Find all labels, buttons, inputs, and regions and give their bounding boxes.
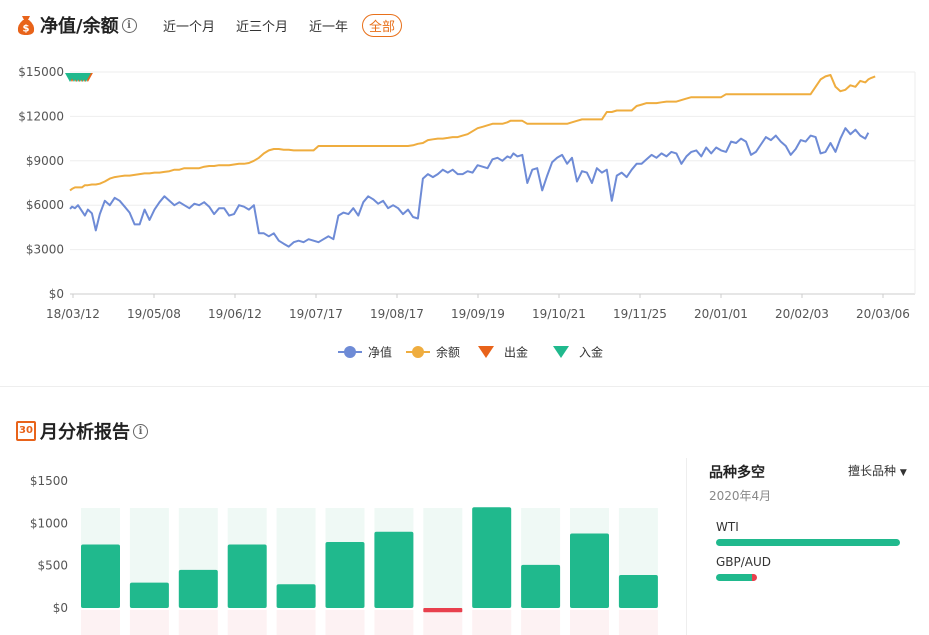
monthly-bar <box>276 584 316 608</box>
y-tick-label: $1000 <box>30 516 68 530</box>
money-bag-icon: $ <box>17 16 35 35</box>
svg-text:$: $ <box>23 24 30 35</box>
bar-background-negative <box>618 610 658 635</box>
equity-balance-header: $ 净值/余额 i <box>16 12 137 38</box>
side-panel-title: 品种多空 <box>709 465 765 481</box>
monthly-bar <box>423 608 463 613</box>
long-ratio-fill <box>716 539 900 546</box>
page-title: 净值/余额 <box>40 16 119 37</box>
symbol-dropdown-label: 擅长品种 <box>848 464 897 478</box>
bar-background-negative <box>570 610 609 635</box>
symbol-long-short-bar <box>716 539 900 546</box>
equity-balance-chart: $0 $3000 $6000 $9000 $12000 $15000 18/03/12 19/… <box>18 65 916 360</box>
bar-background <box>423 508 463 608</box>
equity-line <box>69 127 870 248</box>
section-divider <box>0 386 929 387</box>
x-tick-label: 20/01/01 <box>694 307 748 321</box>
legend-circle-icon <box>344 346 356 358</box>
x-tick-label: 20/03/06 <box>856 307 910 321</box>
bar-background-negative <box>374 610 414 635</box>
tab-1-year[interactable]: 近一年 <box>309 16 348 35</box>
x-tick-label: 19/09/19 <box>451 307 505 321</box>
symbol-dropdown[interactable]: 擅长品种 ▼ <box>848 462 907 479</box>
bar-background-negative <box>178 610 218 635</box>
monthly-bar <box>81 544 120 608</box>
legend-triangle-icon <box>478 346 494 358</box>
bar-background-negative <box>325 610 365 635</box>
calendar-icon-number: 30 <box>19 425 33 436</box>
bar-background-negative <box>81 610 120 635</box>
long-ratio-fill <box>716 574 753 581</box>
bar-background-negative <box>129 610 169 635</box>
legend-balance: 余额 <box>406 345 460 360</box>
short-ratio-fill <box>752 574 757 581</box>
monthly-bar <box>374 531 414 608</box>
monthly-bar <box>570 533 609 608</box>
monthly-bar <box>472 507 512 608</box>
bar-background-negative <box>521 610 561 635</box>
legend-withdraw: 出金 <box>478 345 528 360</box>
y-tick-label: $3000 <box>26 243 64 257</box>
x-tick-label: 19/05/08 <box>127 307 181 321</box>
x-tick-label: 20/02/03 <box>775 307 829 321</box>
side-panel-date: 2020年4月 <box>709 489 772 503</box>
x-tick-label: 18/03/12 <box>46 307 100 321</box>
bar-background-negative <box>423 610 463 635</box>
monthly-bar <box>178 569 218 608</box>
tab-3-months[interactable]: 近三个月 <box>236 16 288 35</box>
symbol-long-short-bar <box>716 574 757 581</box>
monthly-bar <box>227 544 267 608</box>
y-tick-label: $500 <box>37 559 68 573</box>
symbol-label: WTI <box>716 520 739 534</box>
x-tick-label: 19/11/25 <box>613 307 667 321</box>
monthly-bar <box>618 574 658 608</box>
bar-background-negative <box>227 610 267 635</box>
legend-deposit: 入金 <box>553 345 603 360</box>
x-tick-label: 19/07/17 <box>289 307 343 321</box>
y-tick-label: $0 <box>49 287 64 301</box>
panel-divider <box>686 458 687 635</box>
legend-label: 出金 <box>504 345 528 360</box>
monthly-bar <box>325 541 365 608</box>
tab-all[interactable]: 全部 <box>362 14 403 37</box>
y-tick-label: $9000 <box>26 154 64 168</box>
x-tick-label: 19/08/17 <box>370 307 424 321</box>
y-tick-label: $6000 <box>26 198 64 212</box>
legend-label: 余额 <box>436 345 460 360</box>
legend-triangle-icon <box>553 346 569 358</box>
y-tick-label: $12000 <box>18 109 64 123</box>
section-title: 月分析报告 <box>40 422 130 443</box>
info-icon[interactable]: i <box>133 423 148 439</box>
tab-1-month[interactable]: 近一个月 <box>163 16 215 35</box>
monthly-bar <box>521 564 561 608</box>
range-tabs: 近一个月 近三个月 近一年 全部 <box>163 14 423 37</box>
x-tick-label: 19/06/12 <box>208 307 262 321</box>
info-icon[interactable]: i <box>121 17 137 33</box>
y-tick-label: $1500 <box>30 474 68 488</box>
y-tick-label: $0 <box>53 601 68 615</box>
legend-equity: 净值 <box>338 345 392 360</box>
bar-background-negative <box>276 610 316 635</box>
symbol-label: GBP/AUD <box>716 555 772 569</box>
caret-down-icon: ▼ <box>899 468 907 478</box>
bar-background-negative <box>472 610 512 635</box>
legend-label: 净值 <box>368 345 392 360</box>
y-tick-label: $15000 <box>18 65 64 79</box>
calendar-icon: 30 <box>16 421 36 441</box>
legend-circle-icon <box>412 346 424 358</box>
monthly-bar <box>129 582 169 608</box>
x-tick-label: 19/10/21 <box>532 307 586 321</box>
monthly-report-header: 30 月分析报告 i <box>16 418 148 444</box>
legend-label: 入金 <box>579 345 603 360</box>
monthly-profit-chart: $1500 $1000 $500 $0 <box>30 474 658 635</box>
